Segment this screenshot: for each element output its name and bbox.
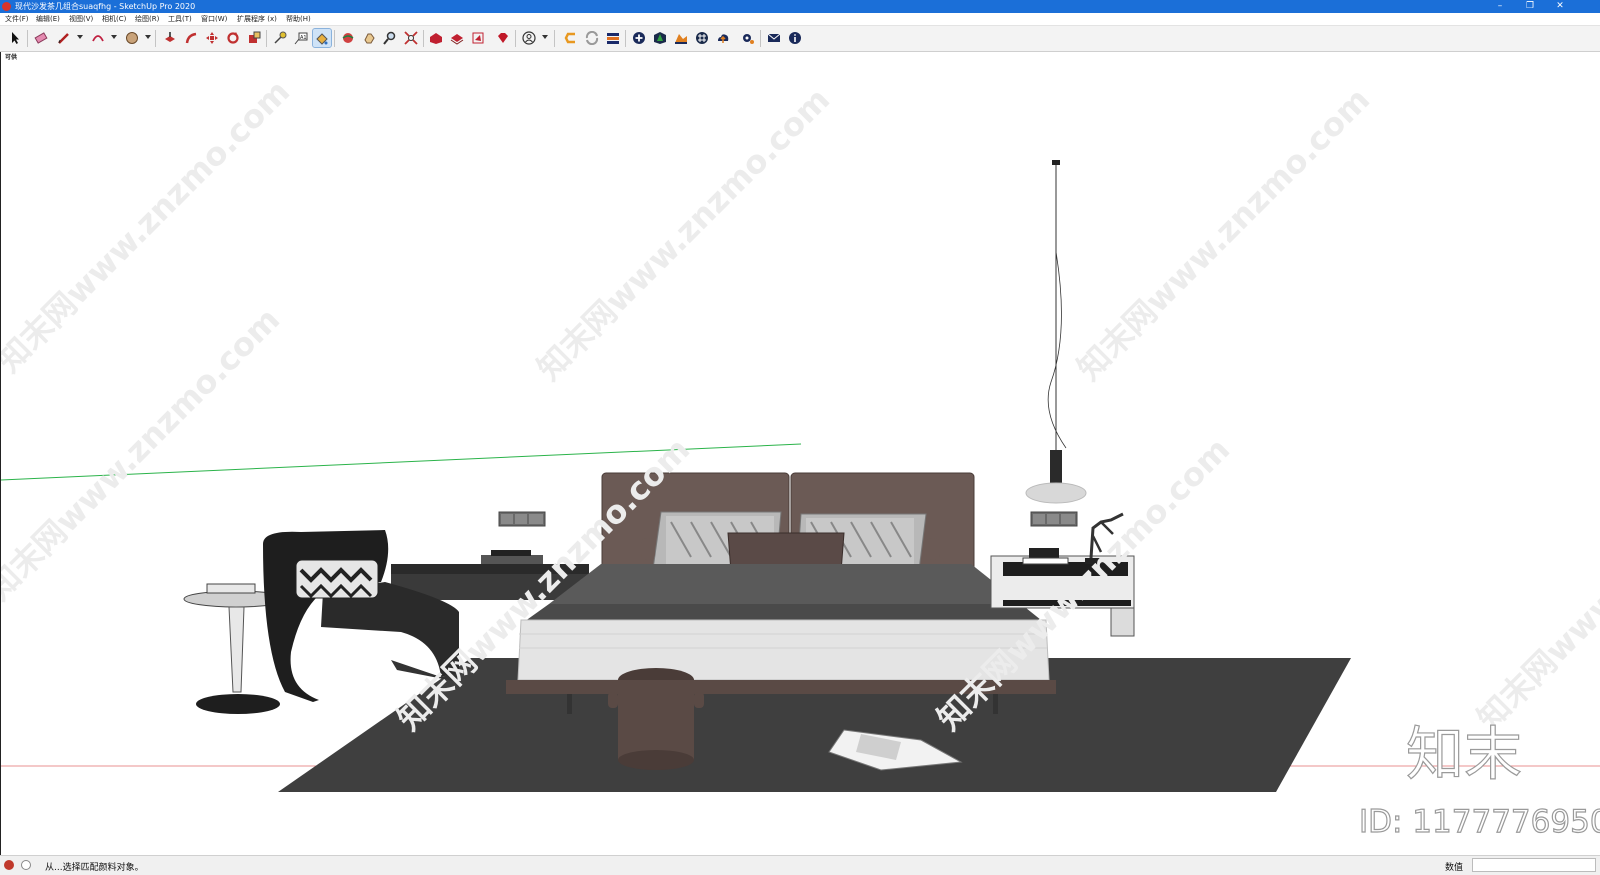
toolbar-separator xyxy=(334,30,335,47)
minimize-button[interactable]: – xyxy=(1486,0,1514,13)
toolbar-separator xyxy=(554,30,555,47)
watermark-id: ID: 1177776950 xyxy=(1359,804,1600,840)
text-tool-icon[interactable]: A1 xyxy=(292,29,310,47)
shapes-dropdown-icon[interactable] xyxy=(145,35,151,39)
scene-canvas: 知末网www.znzmo.com 知末网www.znzmo.com 知末网www… xyxy=(1,72,1600,841)
move-icon[interactable] xyxy=(203,29,221,47)
cloud-upload-icon[interactable] xyxy=(714,29,732,47)
info-icon[interactable] xyxy=(786,29,804,47)
menu-tools[interactable]: 工具(T) xyxy=(168,13,192,25)
menu-help[interactable]: 帮助(H) xyxy=(286,13,311,25)
rotate-icon[interactable] xyxy=(224,29,242,47)
pencil-line-icon[interactable] xyxy=(55,29,73,47)
pendant-lamp xyxy=(1025,160,1087,504)
arc-icon[interactable] xyxy=(89,29,107,47)
watermark-text: 知末网www.znzmo.com xyxy=(1070,80,1377,387)
status-message: 从...选择匹配颜料对象。 xyxy=(45,863,144,873)
menu-bar: 文件(F) 编辑(E) 视图(V) 相机(C) 绘图(R) 工具(T) 窗口(W… xyxy=(0,13,1600,26)
mail-icon[interactable] xyxy=(765,29,783,47)
toolbar-separator xyxy=(155,30,156,47)
svg-text:A1: A1 xyxy=(300,35,307,41)
status-bar: 从...选择匹配颜料对象。 数值 xyxy=(0,855,1600,875)
wall-switch-right xyxy=(1030,511,1078,527)
texture-icon[interactable] xyxy=(693,29,711,47)
outliner-icon[interactable] xyxy=(604,29,622,47)
sketchup-logo-icon xyxy=(2,2,11,11)
watermark-text: 知末网www.znzmo.com xyxy=(530,80,837,387)
menu-edit[interactable]: 编辑(E) xyxy=(36,13,60,25)
line-dropdown-icon[interactable] xyxy=(77,35,83,39)
toolbar-separator xyxy=(760,30,761,47)
eraser-icon[interactable] xyxy=(32,29,50,47)
menu-extensions[interactable]: 扩展程序 (x) xyxy=(237,13,277,25)
instructor-info-icon[interactable] xyxy=(21,860,31,870)
select-tool-icon[interactable] xyxy=(6,29,24,47)
wall-switch-left xyxy=(498,511,546,527)
menu-draw[interactable]: 绘图(R) xyxy=(135,13,159,25)
shapes-icon[interactable] xyxy=(123,29,141,47)
paint-bucket-icon[interactable] xyxy=(312,28,332,48)
menu-file[interactable]: 文件(F) xyxy=(5,13,29,25)
toolbar-separator xyxy=(515,30,516,47)
restore-button[interactable]: ❐ xyxy=(1516,0,1544,13)
ruby-console-icon[interactable] xyxy=(494,29,512,47)
toolbar-separator xyxy=(423,30,424,47)
settings-gear-icon[interactable] xyxy=(739,29,757,47)
layout-send-icon[interactable] xyxy=(469,29,487,47)
eneroth-extension-icon[interactable] xyxy=(562,29,580,47)
orbit-icon[interactable] xyxy=(339,29,357,47)
add-circle-icon[interactable] xyxy=(630,29,648,47)
toolbar-separator xyxy=(27,30,28,47)
tree-icon[interactable] xyxy=(651,29,669,47)
sketchup-window: 现代沙发茶几组合suaqfhg - SketchUp Pro 2020 – ❐ … xyxy=(0,0,1600,875)
model-viewport[interactable]: 可供 知末网www.znzmo.com 知末网www.znzmo.com 知末网… xyxy=(0,52,1600,855)
menu-view[interactable]: 视图(V) xyxy=(69,13,93,25)
menu-camera[interactable]: 相机(C) xyxy=(102,13,126,25)
push-pull-icon[interactable] xyxy=(161,29,179,47)
ottoman-stool xyxy=(608,668,704,770)
window-title: 现代沙发茶几组合suaqfhg - SketchUp Pro 2020 xyxy=(15,2,196,11)
menu-window[interactable]: 窗口(W) xyxy=(201,13,227,25)
watermark-text: 知末网www.znzmo.com xyxy=(1470,430,1600,737)
arc-dropdown-icon[interactable] xyxy=(111,35,117,39)
follow-me-icon[interactable] xyxy=(182,29,200,47)
user-account-icon[interactable] xyxy=(520,29,538,47)
zoom-extents-icon[interactable] xyxy=(402,29,420,47)
watermark-brand: 知末 xyxy=(1406,720,1522,788)
title-bar: 现代沙发茶几组合suaqfhg - SketchUp Pro 2020 – ❐ … xyxy=(0,0,1600,13)
user-dropdown-icon[interactable] xyxy=(542,35,548,39)
zoom-icon[interactable] xyxy=(381,29,399,47)
geo-location-icon[interactable] xyxy=(4,860,14,870)
toolbar: A1 xyxy=(0,26,1600,52)
tape-measure-icon[interactable] xyxy=(271,29,289,47)
extension-warehouse-icon[interactable] xyxy=(448,29,466,47)
measurements-label: 数值 xyxy=(1445,863,1464,873)
toolbar-separator xyxy=(625,30,626,47)
pan-hand-icon[interactable] xyxy=(360,29,378,47)
toolbar-separator xyxy=(266,30,267,47)
reload-icon[interactable] xyxy=(583,29,601,47)
close-button[interactable]: ✕ xyxy=(1546,0,1574,13)
scale-icon[interactable] xyxy=(245,29,263,47)
measurements-input[interactable] xyxy=(1472,858,1596,872)
sandbox-icon[interactable] xyxy=(672,29,690,47)
3d-warehouse-icon[interactable] xyxy=(427,29,445,47)
